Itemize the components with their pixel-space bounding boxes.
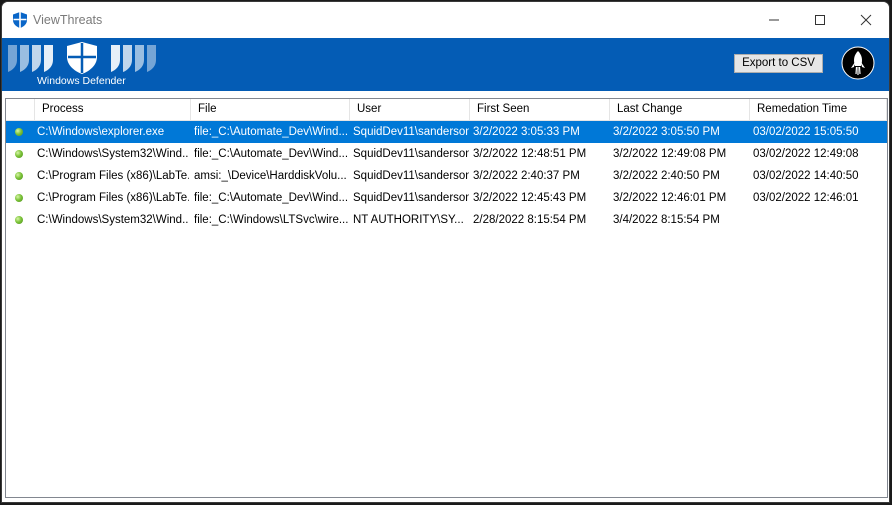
cell-file: file:_C:\Automate_Dev\Wind... xyxy=(194,148,348,160)
column-header-process[interactable]: Process xyxy=(35,99,191,120)
cell-first-seen: 3/2/2022 2:40:37 PM xyxy=(473,170,580,182)
column-header-last-change[interactable]: Last Change xyxy=(610,99,750,120)
app-window: ViewThreats Windows Defender Export to C… xyxy=(1,1,890,503)
column-header-file[interactable]: File xyxy=(191,99,350,120)
maximize-icon xyxy=(815,15,825,25)
table-row[interactable]: C:\Windows\System32\Wind... file:_C:\Win… xyxy=(6,209,887,231)
window-title: ViewThreats xyxy=(33,13,103,27)
cell-first-seen: 3/2/2022 3:05:33 PM xyxy=(473,126,580,138)
cell-process: C:\Program Files (x86)\LabTe... xyxy=(37,170,189,182)
cell-process: C:\Windows\explorer.exe xyxy=(37,126,165,138)
table-row[interactable]: C:\Program Files (x86)\LabTe... file:_C:… xyxy=(6,187,887,209)
rocket-icon[interactable] xyxy=(841,46,875,80)
table-row[interactable]: C:\Program Files (x86)\LabTe... amsi:_\D… xyxy=(6,165,887,187)
cell-first-seen: 3/2/2022 12:48:51 PM xyxy=(473,148,587,160)
cell-process: C:\Windows\System32\Wind... xyxy=(37,214,189,226)
cell-first-seen: 3/2/2022 12:45:43 PM xyxy=(473,192,587,204)
column-header-status[interactable] xyxy=(6,99,35,120)
cell-last-change: 3/4/2022 8:15:54 PM xyxy=(613,214,720,226)
close-icon xyxy=(860,14,872,26)
banner-gap xyxy=(2,91,889,98)
cell-first-seen: 2/28/2022 8:15:54 PM xyxy=(473,214,587,226)
cell-user: SquidDev11\sanderson xyxy=(353,126,469,138)
green-status-dot-icon xyxy=(15,150,23,158)
green-status-dot-icon xyxy=(15,128,23,136)
cell-remediation-time: 03/02/2022 14:40:50 xyxy=(753,170,859,182)
threats-list[interactable]: Process File User First Seen Last Change… xyxy=(5,98,888,498)
minimize-button[interactable] xyxy=(751,2,797,38)
cell-remediation-time: 03/02/2022 15:05:50 xyxy=(753,126,859,138)
cell-process: C:\Windows\System32\Wind... xyxy=(37,148,189,160)
green-status-dot-icon xyxy=(15,216,23,224)
cell-file: file:_C:\Automate_Dev\Wind... xyxy=(194,192,348,204)
maximize-button[interactable] xyxy=(797,2,843,38)
cell-file: amsi:_\Device\HarddiskVolu... xyxy=(194,170,347,182)
column-header-user[interactable]: User xyxy=(350,99,470,120)
table-row[interactable]: C:\Windows\System32\Wind... file:_C:\Aut… xyxy=(6,143,887,165)
cell-remediation-time xyxy=(753,209,886,231)
cell-file: file:_C:\Windows\LTSvc\wire... xyxy=(194,214,348,226)
close-button[interactable] xyxy=(843,2,889,38)
defender-banner: Windows Defender Export to CSV xyxy=(2,38,889,91)
table-row[interactable]: C:\Windows\explorer.exe file:_C:\Automat… xyxy=(6,121,887,143)
minimize-icon xyxy=(769,19,779,21)
cell-remediation-time: 03/02/2022 12:46:01 xyxy=(753,192,859,204)
cell-user: SquidDev11\sanderson xyxy=(353,192,469,204)
cell-last-change: 3/2/2022 3:05:50 PM xyxy=(613,126,720,138)
cell-remediation-time: 03/02/2022 12:49:08 xyxy=(753,148,859,160)
green-status-dot-icon xyxy=(15,172,23,180)
export-csv-button[interactable]: Export to CSV xyxy=(734,54,823,73)
cell-last-change: 3/2/2022 12:49:08 PM xyxy=(613,148,727,160)
green-status-dot-icon xyxy=(15,194,23,202)
column-header-remediation-time[interactable]: Remedation Time xyxy=(750,99,887,120)
defender-shields-icon xyxy=(8,42,156,74)
cell-file: file:_C:\Automate_Dev\Wind... xyxy=(194,126,348,138)
cell-last-change: 3/2/2022 2:40:50 PM xyxy=(613,170,720,182)
cell-last-change: 3/2/2022 12:46:01 PM xyxy=(613,192,727,204)
table-header: Process File User First Seen Last Change… xyxy=(6,99,887,121)
cell-user: NT AUTHORITY\SY... xyxy=(353,214,464,226)
column-header-first-seen[interactable]: First Seen xyxy=(470,99,610,120)
cell-user: SquidDev11\sanderson xyxy=(353,148,469,160)
defender-caption: Windows Defender xyxy=(37,75,126,87)
cell-user: SquidDev11\sanderson xyxy=(353,170,469,182)
shield-icon xyxy=(13,12,27,28)
cell-process: C:\Program Files (x86)\LabTe... xyxy=(37,192,189,204)
title-bar[interactable]: ViewThreats xyxy=(2,2,889,38)
